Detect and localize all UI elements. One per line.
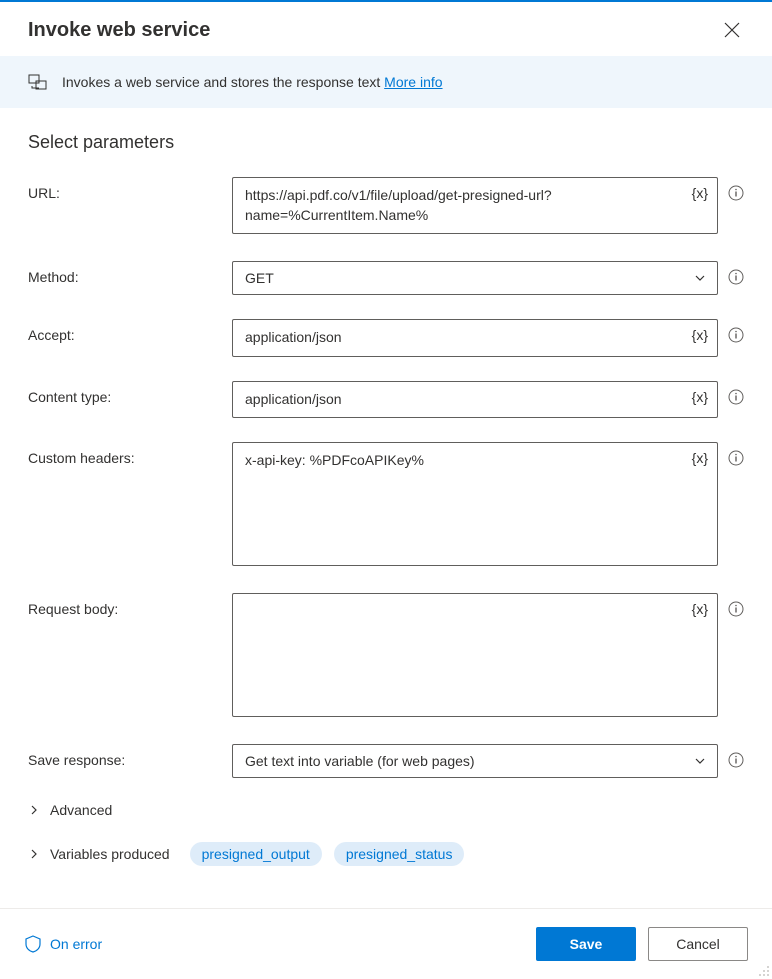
info-icon[interactable] <box>728 389 744 405</box>
field-accept: Accept: {x} <box>28 319 744 357</box>
resize-grip-icon[interactable] <box>758 965 770 977</box>
variable-chip-presigned-status[interactable]: presigned_status <box>334 842 465 866</box>
on-error-label: On error <box>50 936 102 952</box>
shield-icon <box>24 935 42 953</box>
variable-selector-button[interactable]: {x} <box>688 325 712 345</box>
save-response-dropdown[interactable]: Get text into variable (for web pages) <box>232 744 718 778</box>
dialog-title: Invoke web service <box>28 19 210 42</box>
variable-selector-button[interactable]: {x} <box>688 448 712 468</box>
variable-chip-presigned-output[interactable]: presigned_output <box>190 842 322 866</box>
close-icon <box>724 22 740 38</box>
request-body-label: Request body: <box>28 593 232 617</box>
dialog-footer: On error Save Cancel <box>0 908 772 979</box>
info-icon[interactable] <box>728 269 744 285</box>
url-input[interactable]: https://api.pdf.co/v1/file/upload/get-pr… <box>232 177 718 234</box>
web-service-icon <box>28 72 48 92</box>
dialog-header: Invoke web service <box>0 2 772 56</box>
content-type-input[interactable] <box>232 381 718 419</box>
section-title: Select parameters <box>28 132 744 153</box>
accept-input[interactable] <box>232 319 718 357</box>
save-button[interactable]: Save <box>536 927 636 961</box>
method-label: Method: <box>28 261 232 285</box>
info-banner: Invokes a web service and stores the res… <box>0 56 772 108</box>
field-content-type: Content type: {x} <box>28 381 744 419</box>
banner-description: Invokes a web service and stores the res… <box>62 74 384 90</box>
variables-produced-label: Variables produced <box>50 846 170 862</box>
accept-label: Accept: <box>28 319 232 343</box>
more-info-link[interactable]: More info <box>384 74 442 90</box>
variable-selector-button[interactable]: {x} <box>688 183 712 203</box>
url-label: URL: <box>28 177 232 201</box>
field-url: URL: https://api.pdf.co/v1/file/upload/g… <box>28 177 744 237</box>
custom-headers-label: Custom headers: <box>28 442 232 466</box>
method-dropdown[interactable]: GET <box>232 261 718 295</box>
field-custom-headers: Custom headers: x-api-key: %PDFcoAPIKey%… <box>28 442 744 569</box>
variable-selector-button[interactable]: {x} <box>688 599 712 619</box>
chevron-right-icon <box>28 804 40 816</box>
on-error-button[interactable]: On error <box>24 935 102 953</box>
field-method: Method: GET <box>28 261 744 295</box>
save-response-label: Save response: <box>28 744 232 768</box>
info-icon[interactable] <box>728 327 744 343</box>
info-icon[interactable] <box>728 752 744 768</box>
close-button[interactable] <box>720 18 744 42</box>
custom-headers-input[interactable]: x-api-key: %PDFcoAPIKey% <box>232 442 718 566</box>
dialog-content: Select parameters URL: https://api.pdf.c… <box>0 108 772 908</box>
advanced-label: Advanced <box>50 802 112 818</box>
info-icon[interactable] <box>728 185 744 201</box>
chevron-right-icon <box>28 848 40 860</box>
cancel-button[interactable]: Cancel <box>648 927 748 961</box>
field-save-response: Save response: Get text into variable (f… <box>28 744 744 778</box>
field-request-body: Request body: {x} <box>28 593 744 720</box>
advanced-section-toggle[interactable]: Advanced <box>28 802 744 818</box>
content-type-label: Content type: <box>28 381 232 405</box>
info-icon[interactable] <box>728 450 744 466</box>
variable-selector-button[interactable]: {x} <box>688 387 712 407</box>
info-icon[interactable] <box>728 601 744 617</box>
variables-produced-toggle[interactable]: Variables produced presigned_output pres… <box>28 842 744 866</box>
request-body-input[interactable] <box>232 593 718 717</box>
banner-text: Invokes a web service and stores the res… <box>62 74 443 90</box>
